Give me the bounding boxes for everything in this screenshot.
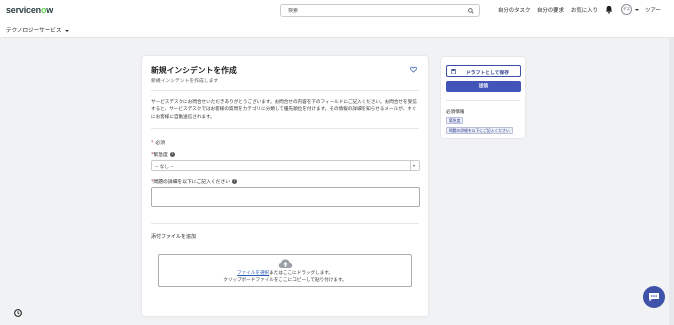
heart-icon[interactable] (410, 66, 417, 73)
nav-my-requests[interactable]: 自分の要求 (537, 6, 564, 14)
save-draft-label: ドラフトとして保存 (465, 70, 510, 76)
chevron-down-icon (64, 29, 69, 32)
sub-navigation: テクノロジーサービス (0, 20, 674, 38)
servicenow-logo[interactable]: servicenow (6, 5, 53, 15)
divider (151, 90, 419, 91)
nav-tour[interactable]: ツアー (645, 6, 661, 14)
urgency-label: *緊急度? (151, 151, 175, 158)
menu-label: テクノロジーサービス (6, 28, 62, 34)
incident-form-card: 新規インシデントを作成 新規インシデントを作成します サービスデスクにお問合せい… (142, 56, 428, 316)
page-scrollbar[interactable] (669, 38, 674, 325)
required-chip-urgency[interactable]: 緊急度 (446, 117, 464, 124)
dropzone-line1: ファイルを選択またはここにドラッグします。 (159, 270, 411, 276)
choose-file-link[interactable]: ファイルを選択 (237, 271, 269, 276)
page-title: 新規インシデントを作成 (151, 66, 237, 75)
actions-card: ドラフトとして保存 送信 必須情報 緊急度 問題の詳細を以下にご記入ください (441, 57, 525, 138)
select-dropdown-button[interactable] (410, 161, 419, 170)
required-note: * 必須 (151, 139, 165, 146)
required-info-title: 必須情報 (446, 110, 465, 115)
technology-services-menu[interactable]: テクノロジーサービス (6, 26, 69, 34)
page-subtitle: 新規インシデントを作成します (151, 79, 219, 84)
help-icon[interactable]: ? (169, 152, 175, 157)
urgency-label-text: 緊急度 (153, 153, 168, 158)
divider (446, 100, 520, 101)
details-label: *問題の詳細を以下にご記入ください? (151, 178, 238, 185)
clock-icon[interactable] (14, 309, 22, 317)
urgency-select[interactable]: -- なし -- (151, 160, 420, 171)
bell-icon[interactable] (605, 5, 613, 14)
top-header: servicenow 自分のタスク 自分の要求 お気に入り デス ツアー (0, 0, 674, 20)
urgency-value: -- なし -- (155, 164, 174, 170)
chevron-down-icon (413, 164, 416, 167)
search-icon[interactable] (468, 8, 474, 14)
search-input[interactable] (288, 8, 458, 14)
nav-favorites[interactable]: お気に入り (571, 6, 598, 14)
details-label-text: 問題の詳細を以下にご記入ください (153, 180, 231, 185)
form-description: サービスデスクにお問合せいただきありがとうございます。お問合せの内容を下のフィー… (151, 100, 417, 120)
dropzone-line2: クリップボードファイルをここにコピーして貼り付けます。 (223, 278, 347, 283)
global-search[interactable] (280, 4, 480, 17)
avatar[interactable]: デス (621, 4, 632, 15)
dropzone-drag-text: またはここにドラッグします。 (269, 271, 334, 276)
required-star: * (151, 141, 154, 146)
save-draft-button[interactable]: ドラフトとして保存 (446, 65, 521, 77)
attachment-title: 添付ファイルを追加 (151, 234, 197, 240)
chevron-down-icon[interactable] (635, 9, 639, 11)
cloud-upload-icon (278, 259, 293, 268)
divider (151, 128, 419, 129)
submit-button[interactable]: 送信 (446, 81, 521, 92)
required-chip-details[interactable]: 問題の詳細を以下にご記入ください (446, 127, 513, 134)
help-icon[interactable]: ? (232, 179, 238, 184)
chat-button[interactable] (643, 286, 665, 308)
details-textarea[interactable] (151, 187, 420, 207)
divider (151, 223, 419, 224)
nav-my-tasks[interactable]: 自分のタスク (498, 6, 530, 14)
attachment-dropzone[interactable]: ファイルを選択またはここにドラッグします。 クリップボードファイルをここにコピー… (158, 254, 412, 287)
required-note-text: 必須 (155, 141, 166, 146)
chat-bubble-icon (649, 293, 659, 302)
